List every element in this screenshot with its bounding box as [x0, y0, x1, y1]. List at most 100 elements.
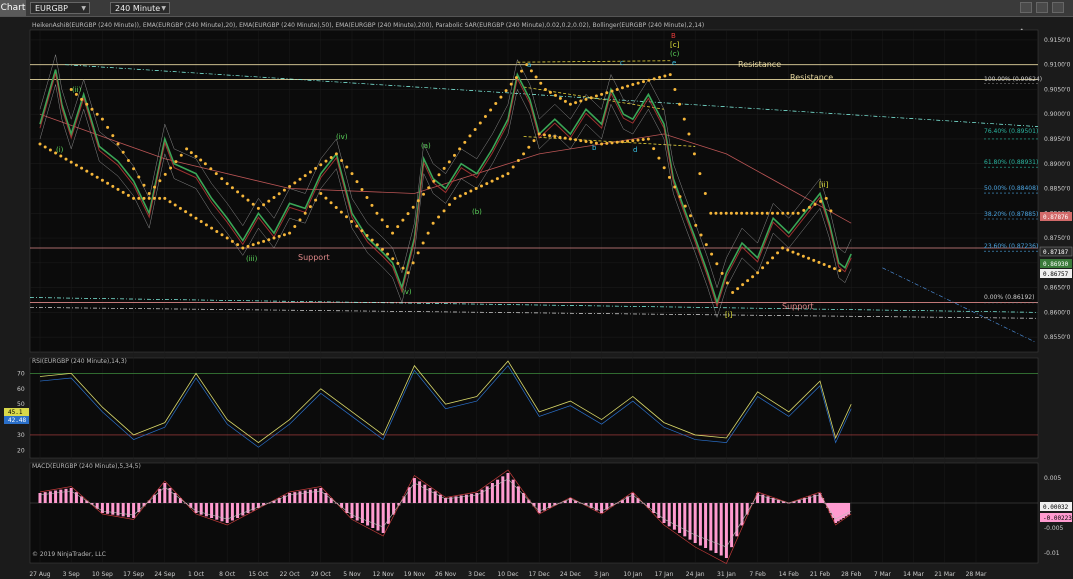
- sar-dot: [442, 166, 446, 170]
- sar-dot: [360, 188, 364, 192]
- sar-dot: [345, 165, 349, 169]
- sar-dot: [522, 152, 526, 156]
- sar-dot: [38, 142, 42, 146]
- macd-bar: [215, 503, 219, 520]
- sar-dot: [251, 243, 255, 247]
- sar-dot: [776, 251, 780, 255]
- wave-label: (c): [670, 50, 680, 58]
- sar-dot: [791, 211, 795, 215]
- sar-dot: [610, 89, 614, 93]
- sar-dot: [272, 195, 276, 199]
- sar-dot: [437, 173, 441, 177]
- sar-dot: [293, 225, 297, 229]
- macd-bar: [392, 503, 396, 515]
- sar-dot: [615, 87, 619, 91]
- x-tick-label: 17 Jan: [655, 571, 674, 578]
- x-tick-label: 24 Dec: [560, 571, 581, 578]
- sar-dot: [542, 133, 546, 137]
- sar-dot: [485, 182, 489, 186]
- sar-dot: [756, 271, 760, 275]
- sar-dot: [463, 140, 467, 144]
- x-tick-label: 7 Mar: [874, 571, 892, 578]
- sar-dot: [214, 172, 218, 176]
- sar-dot: [111, 184, 115, 188]
- sar-dot: [100, 117, 104, 121]
- x-tick-label: 3 Dec: [468, 571, 485, 578]
- sar-dot: [241, 194, 245, 198]
- macd-bar: [288, 493, 292, 503]
- price-tick-label: 0.9000'0: [1044, 111, 1071, 118]
- chart-tab[interactable]: Chart: [0, 0, 26, 16]
- sar-dot: [626, 84, 630, 88]
- fib-label: 23.60% (0.87236): [984, 243, 1038, 250]
- sar-dot: [163, 172, 167, 176]
- x-tick-label: 7 Feb: [749, 571, 766, 578]
- minimize-button[interactable]: [1020, 2, 1032, 13]
- timeframe-label: 240 Minute: [115, 4, 161, 13]
- macd-bar: [38, 493, 42, 503]
- sar-dot: [324, 196, 328, 200]
- sar-dot: [174, 160, 178, 164]
- price-axis-labels: 0.87876 0.87187 0.86930 0.86757: [1039, 212, 1073, 278]
- sar-dot: [339, 210, 343, 214]
- sar-dot: [380, 247, 384, 251]
- sar-dot: [355, 180, 359, 184]
- rsi-value: 45.1: [8, 409, 23, 416]
- sar-dot: [90, 107, 94, 111]
- sar-dot: [478, 121, 482, 125]
- close-button[interactable]: [1052, 2, 1064, 13]
- sar-dot: [225, 182, 229, 186]
- sar-dot: [100, 178, 104, 182]
- sar-dot: [246, 244, 250, 248]
- chart-canvas: 0.9150'0 0.9100'0 0.9050'0 0.9000'0 0.8950'0…: [4, 22, 1073, 578]
- sar-dot: [527, 145, 531, 149]
- instrument-selector[interactable]: EURGBP ▼: [30, 2, 90, 14]
- sar-dot: [786, 248, 790, 252]
- sar-dot: [770, 211, 774, 215]
- macd-bar: [831, 503, 835, 518]
- sar-dot: [314, 198, 318, 202]
- x-tick-label: 14 Feb: [779, 571, 799, 578]
- rsi-tick-label: 70: [17, 370, 25, 377]
- sar-dot: [771, 256, 775, 260]
- timeframe-selector[interactable]: 240 Minute ▼: [110, 2, 170, 14]
- sar-dot: [692, 152, 696, 156]
- fib-label: 0.00% (0.86192): [984, 294, 1034, 301]
- sar-dot: [652, 77, 656, 81]
- sar-dot: [355, 224, 359, 228]
- sar-dot: [370, 203, 374, 207]
- sar-dot: [203, 162, 207, 166]
- macd-bar: [709, 503, 713, 551]
- sar-dot: [631, 139, 635, 143]
- fib-label: 50.00% (0.88408): [984, 185, 1038, 192]
- x-tick-label: 5 Nov: [343, 571, 361, 578]
- sar-dot: [589, 96, 593, 100]
- copyright: © 2019 NinjaTrader, LLC: [32, 551, 106, 558]
- chevron-down-icon: ▼: [161, 5, 166, 12]
- sar-dot: [267, 238, 271, 242]
- sar-dot: [303, 211, 307, 215]
- price-tick-label: 0.8550'0: [1044, 334, 1071, 341]
- sar-dot: [308, 170, 312, 174]
- sar-dot: [121, 150, 125, 154]
- fib-label: 61.80% (0.88931): [984, 159, 1038, 166]
- price-tick-label: 0.8600'0: [1044, 309, 1071, 316]
- sar-dot: [490, 179, 494, 183]
- macd-bar: [740, 503, 744, 526]
- sar-dot: [687, 132, 691, 136]
- sar-dot: [137, 175, 141, 179]
- sar-dot: [532, 139, 536, 143]
- sar-dot: [751, 275, 755, 279]
- sar-dot: [95, 112, 99, 116]
- macd-value-labels: 0.00032 -0.00223: [1040, 502, 1072, 522]
- sar-dot: [636, 138, 640, 142]
- sar-dot: [453, 196, 457, 200]
- macd-bar: [501, 476, 505, 503]
- maximize-button[interactable]: [1036, 2, 1048, 13]
- macd-bar: [59, 489, 63, 503]
- sar-dot: [365, 195, 369, 199]
- macd-bar: [319, 488, 323, 503]
- sar-dot: [401, 218, 405, 222]
- chart-toolbar: Chart EURGBP ▼ 240 Minute ▼: [0, 0, 1073, 17]
- macd-bar: [412, 478, 416, 503]
